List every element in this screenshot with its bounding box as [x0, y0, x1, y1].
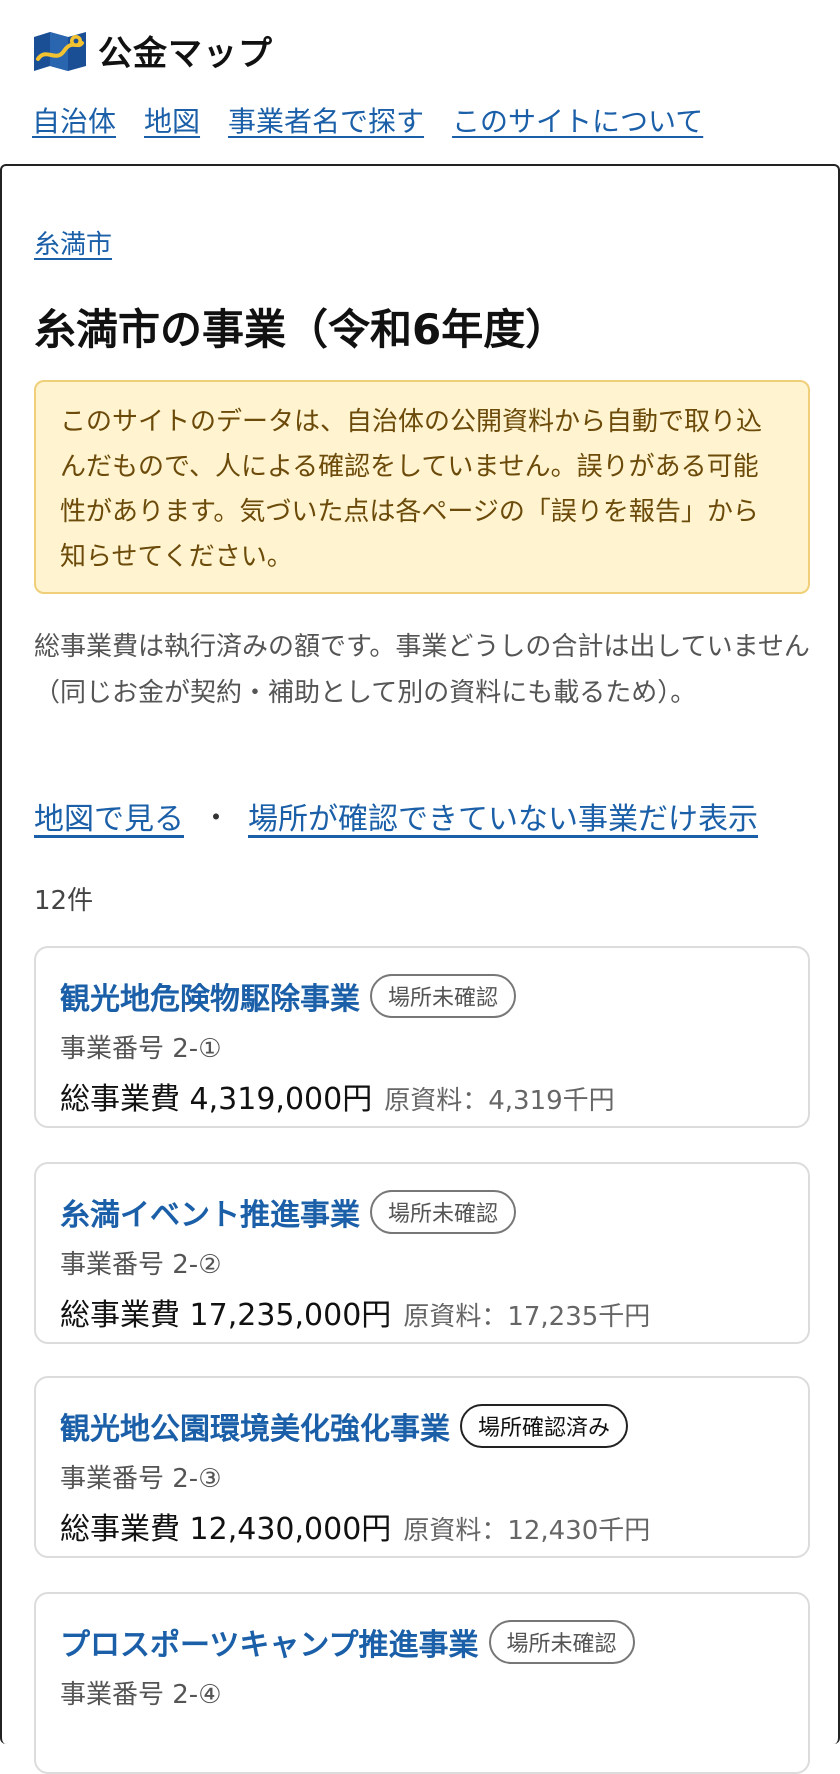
page-title: 糸満市の事業（令和6年度） [34, 305, 568, 354]
view-links: 地図で見る ・ 場所が確認できていない事業だけ表示 [34, 794, 758, 838]
location-badge: 場所未確認 [370, 1190, 517, 1234]
nav-link-about[interactable]: このサイトについて [452, 100, 703, 140]
total-cost: 総事業費 17,235,000円 [60, 1298, 392, 1333]
project-title[interactable]: 観光地公園環境美化強化事業 [60, 1404, 450, 1448]
notice-text: このサイトのデータは、自治体の公開資料から自動で取り込んだもので、人による確認を… [60, 407, 763, 572]
project-title[interactable]: 観光地危険物駆除事業 [60, 974, 360, 1018]
nav-link-map[interactable]: 地図 [144, 100, 200, 140]
main-nav: 自治体 地図 事業者名で探す このサイトについて [32, 100, 731, 140]
breadcrumb[interactable]: 糸満市 [34, 224, 112, 261]
project-title[interactable]: 糸満イベント推進事業 [60, 1190, 360, 1234]
nav-link-municipalities[interactable]: 自治体 [32, 100, 116, 140]
project-card[interactable]: プロスポーツキャンプ推進事業 場所未確認 事業番号 2-④ [34, 1592, 810, 1774]
map-view-link[interactable]: 地図で見る [34, 794, 184, 838]
project-number: 事業番号 2-② [60, 1250, 222, 1280]
nav-link-search-vendor[interactable]: 事業者名で探す [228, 100, 424, 140]
data-notice: このサイトのデータは、自治体の公開資料から自動で取り込んだもので、人による確認を… [34, 380, 810, 594]
brand[interactable]: 公金マップ [32, 26, 273, 75]
project-card[interactable]: 観光地公園環境美化強化事業 場所確認済み 事業番号 2-③ 総事業費 12,43… [34, 1376, 810, 1558]
description: 総事業費は執行済みの額です。事業どうしの合計は出していません（同じお金が契約・補… [34, 632, 810, 708]
site-name: 公金マップ [98, 34, 273, 74]
site-header: 公金マップ 自治体 地図 事業者名で探す このサイトについて [0, 0, 840, 164]
source-amount: 原資料：17,235千円 [403, 1302, 651, 1332]
result-count: 12件 [34, 886, 94, 916]
main-content: 糸満市 糸満市の事業（令和6年度） このサイトのデータは、自治体の公開資料から自… [0, 164, 840, 1774]
source-amount: 原資料：12,430千円 [403, 1516, 651, 1546]
project-number: 事業番号 2-④ [60, 1680, 222, 1710]
source-amount: 原資料：4,319千円 [384, 1086, 615, 1116]
total-cost: 総事業費 12,430,000円 [60, 1512, 392, 1547]
project-card[interactable]: 糸満イベント推進事業 場所未確認 事業番号 2-② 総事業費 17,235,00… [34, 1162, 810, 1344]
project-number: 事業番号 2-③ [60, 1464, 222, 1494]
link-separator: ・ [202, 801, 231, 834]
project-card[interactable]: 観光地危険物駆除事業 場所未確認 事業番号 2-① 総事業費 4,319,000… [34, 946, 810, 1128]
total-cost: 総事業費 4,319,000円 [60, 1082, 373, 1117]
project-number: 事業番号 2-① [60, 1034, 222, 1064]
map-logo-icon [34, 31, 86, 71]
unlocated-filter-link[interactable]: 場所が確認できていない事業だけ表示 [248, 794, 758, 838]
location-badge: 場所未確認 [370, 974, 517, 1018]
location-badge: 場所確認済み [460, 1404, 629, 1448]
location-badge: 場所未確認 [488, 1620, 635, 1664]
project-title[interactable]: プロスポーツキャンプ推進事業 [60, 1620, 479, 1664]
